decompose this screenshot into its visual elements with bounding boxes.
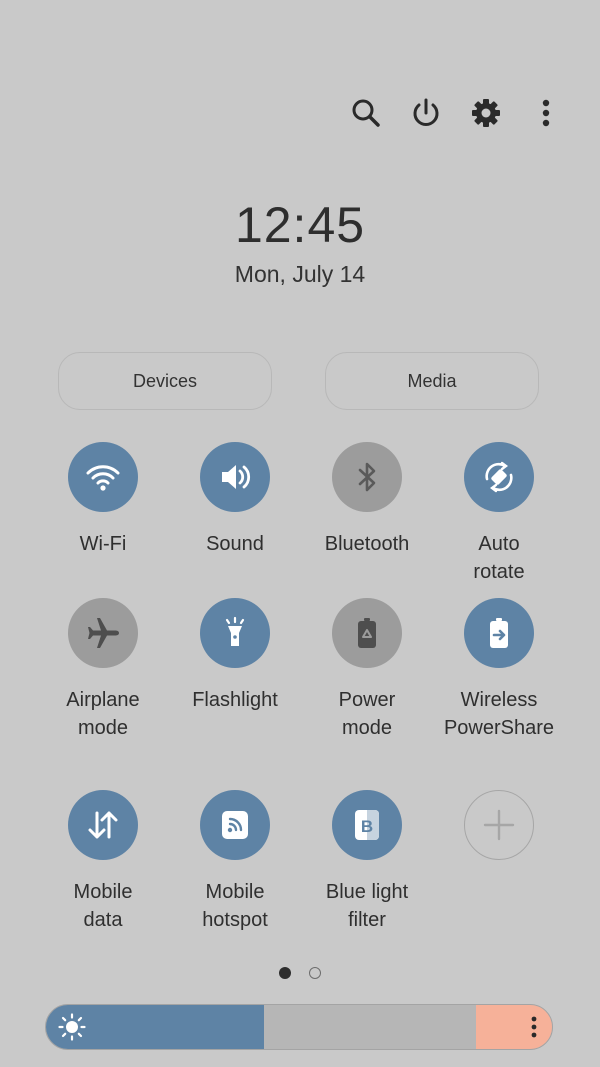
tile-bluetooth[interactable]: Bluetooth bbox=[301, 442, 433, 558]
media-label: Media bbox=[407, 370, 457, 391]
wireless-powershare-toggle[interactable] bbox=[464, 598, 534, 668]
media-button[interactable]: Media bbox=[325, 352, 539, 410]
hotspot-icon bbox=[222, 811, 248, 839]
tile-sound[interactable]: Sound bbox=[169, 442, 301, 558]
tile-label: Sound bbox=[206, 533, 264, 555]
tile-label: Wi-Fi bbox=[79, 533, 127, 555]
tile-label: Flashlight bbox=[192, 689, 278, 711]
page-dot[interactable] bbox=[309, 967, 321, 979]
add-tile-button[interactable] bbox=[464, 790, 534, 860]
airplane-icon bbox=[88, 618, 119, 648]
tile-auto-rotate[interactable]: Auto rotate bbox=[433, 442, 565, 586]
sun-icon bbox=[58, 1013, 86, 1041]
tile-label: Wireless PowerShare bbox=[443, 689, 555, 739]
sound-toggle[interactable] bbox=[200, 442, 270, 512]
tile-airplane-mode[interactable]: Airplane mode bbox=[37, 598, 169, 742]
tile-flashlight[interactable]: Flashlight bbox=[169, 598, 301, 714]
flashlight-icon bbox=[225, 616, 245, 646]
airplane-mode-toggle[interactable] bbox=[68, 598, 138, 668]
search-icon[interactable] bbox=[346, 93, 386, 133]
tile-label: Bluetooth bbox=[324, 533, 410, 555]
devices-label: Devices bbox=[132, 370, 198, 391]
mobile-hotspot-toggle[interactable] bbox=[200, 790, 270, 860]
more-options-icon[interactable] bbox=[526, 93, 566, 133]
brightness-options-button[interactable] bbox=[476, 1005, 552, 1049]
clock-date[interactable]: Mon, July 14 bbox=[0, 261, 600, 288]
clock-time[interactable]: 12:45 bbox=[0, 196, 600, 254]
tile-mobile-hotspot[interactable]: Mobile hotspot bbox=[169, 790, 301, 934]
auto-rotate-toggle[interactable] bbox=[464, 442, 534, 512]
bluetooth-toggle[interactable] bbox=[332, 442, 402, 512]
auto-rotate-icon bbox=[485, 461, 513, 493]
svg-text:B: B bbox=[361, 817, 373, 836]
page-indicator bbox=[0, 967, 600, 979]
tile-wifi[interactable]: Wi-Fi bbox=[37, 442, 169, 558]
devices-button[interactable]: Devices bbox=[58, 352, 272, 410]
tile-label: Airplane mode bbox=[66, 689, 140, 739]
battery-share-icon bbox=[490, 618, 508, 648]
flashlight-toggle[interactable] bbox=[200, 598, 270, 668]
bluetooth-icon bbox=[358, 462, 376, 492]
power-mode-toggle[interactable] bbox=[332, 598, 402, 668]
gear-icon[interactable] bbox=[466, 93, 506, 133]
blue-light-filter-toggle[interactable]: B bbox=[332, 790, 402, 860]
tile-power-mode[interactable]: Power mode bbox=[301, 598, 433, 742]
more-vertical-icon bbox=[531, 1016, 537, 1038]
tile-mobile-data[interactable]: Mobile data bbox=[37, 790, 169, 934]
speaker-icon bbox=[222, 465, 251, 489]
brightness-slider[interactable] bbox=[45, 1004, 553, 1050]
add-icon bbox=[483, 809, 515, 841]
wifi-toggle[interactable] bbox=[68, 442, 138, 512]
blue-light-filter-icon: B bbox=[355, 810, 379, 840]
tile-label: Mobile hotspot bbox=[202, 881, 268, 931]
page-dot-active[interactable] bbox=[279, 967, 291, 979]
tile-add[interactable] bbox=[433, 790, 565, 860]
tile-label: Power mode bbox=[338, 689, 396, 739]
data-arrows-icon bbox=[88, 811, 118, 839]
tile-blue-light-filter[interactable]: B Blue light filter bbox=[301, 790, 433, 934]
wifi-icon bbox=[86, 465, 120, 491]
tile-wireless-powershare[interactable]: Wireless PowerShare bbox=[433, 598, 565, 742]
mobile-data-toggle[interactable] bbox=[68, 790, 138, 860]
tile-label: Auto rotate bbox=[473, 533, 525, 583]
tile-label: Blue light filter bbox=[325, 881, 409, 931]
tile-label: Mobile data bbox=[73, 881, 133, 931]
battery-recycle-icon bbox=[358, 618, 376, 648]
power-icon[interactable] bbox=[406, 93, 446, 133]
